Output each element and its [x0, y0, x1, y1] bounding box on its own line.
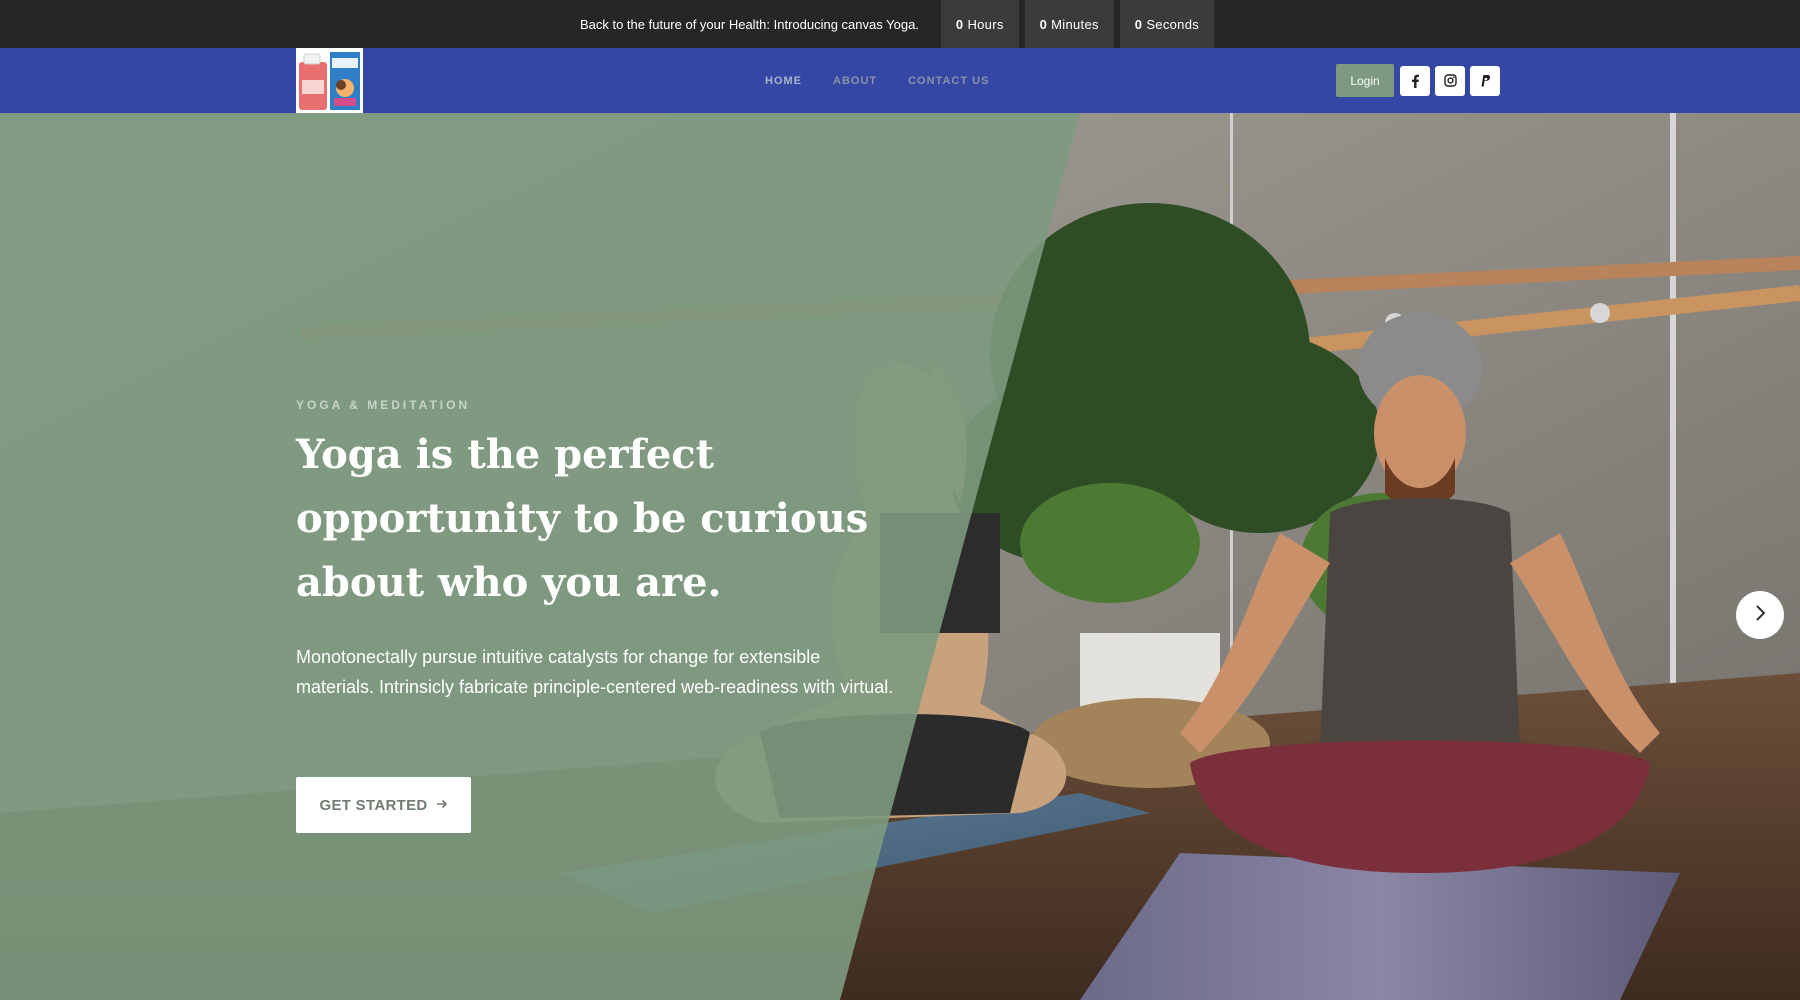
nav-about[interactable]: ABOUT — [833, 75, 877, 87]
instagram-icon[interactable] — [1435, 65, 1465, 96]
hero-kicker: YOGA & MEDITATION — [296, 398, 471, 412]
facebook-icon[interactable] — [1400, 65, 1430, 96]
login-button[interactable]: Login — [1336, 64, 1394, 97]
hero-headline: Yoga is the perfect opportunity to be cu… — [296, 431, 869, 606]
announcement-text: Back to the future of your Health: Intro… — [579, 16, 919, 32]
nav-contact-us[interactable]: CONTACT US — [908, 75, 989, 87]
get-started-button[interactable]: GET STARTED — [296, 777, 471, 833]
countdown-minutes: 0 Minutes — [1024, 0, 1114, 48]
paypal-icon[interactable] — [1470, 65, 1500, 96]
countdown-timer: 0 Hours 0 Minutes 0 Seconds — [940, 0, 1220, 48]
arrow-right-icon — [436, 797, 448, 813]
nav-home[interactable]: HOME — [765, 75, 802, 87]
hero-section: YOGA & MEDITATION Yoga is the perfect op… — [0, 113, 1800, 1000]
announcement-bar: Back to the future of your Health: Intro… — [0, 0, 1800, 48]
hero-description: Monotonectally pursue intuitive catalyst… — [296, 647, 894, 697]
nav-actions: Login — [1336, 64, 1505, 97]
slider-next-button[interactable] — [1736, 591, 1784, 639]
site-logo[interactable] — [296, 48, 363, 113]
primary-nav: HOME ABOUT CONTACT US — [765, 48, 1020, 113]
main-navbar: HOME ABOUT CONTACT US Login — [0, 48, 1800, 113]
countdown-seconds: 0 Seconds — [1119, 0, 1215, 48]
chevron-right-icon — [1752, 604, 1768, 627]
get-started-label: GET STARTED — [319, 796, 428, 814]
countdown-hours: 0 Hours — [940, 0, 1019, 48]
